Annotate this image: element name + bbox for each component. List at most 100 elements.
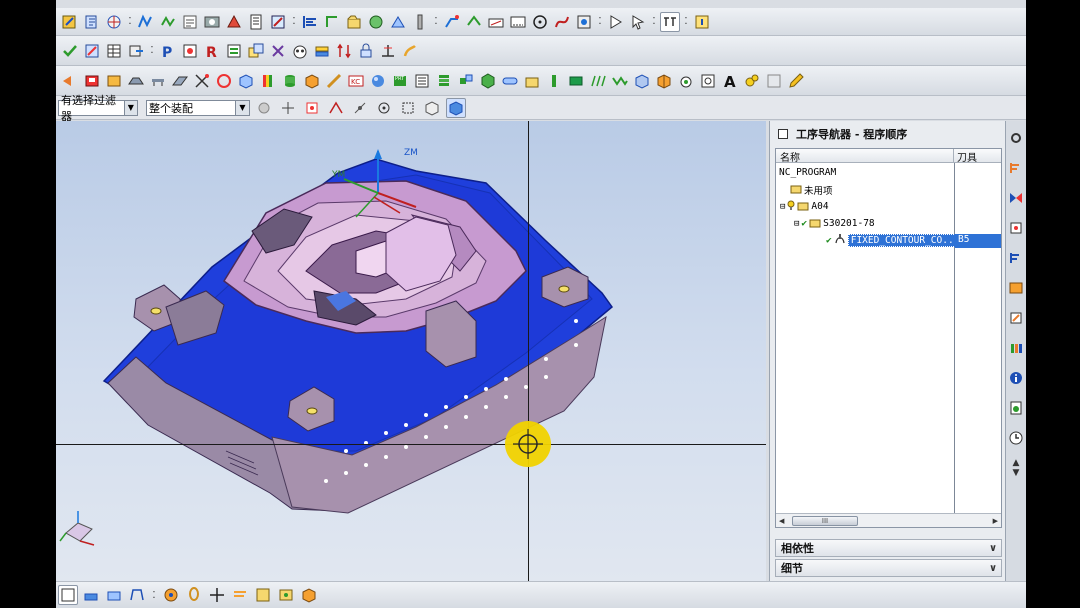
tool-path-edit-icon[interactable] bbox=[378, 41, 398, 61]
toolbar-grip-icon[interactable]: ⁚ bbox=[150, 585, 158, 605]
gear-drop-icon[interactable] bbox=[676, 71, 696, 91]
chevron-down-icon[interactable]: ∨ bbox=[985, 561, 1001, 575]
column-header-name[interactable]: 名称 bbox=[776, 149, 954, 164]
cut-method-icon[interactable] bbox=[82, 12, 102, 32]
scroll-right-icon[interactable]: ▶ bbox=[993, 517, 998, 525]
column-header-tool[interactable]: 刀具 bbox=[954, 149, 977, 164]
constraint-icon[interactable] bbox=[1007, 247, 1025, 269]
tree-item-fixed-contour[interactable]: ✔ FIXED_CONTOUR_CO... B5 bbox=[776, 232, 1001, 249]
edit-object-icon[interactable] bbox=[60, 12, 80, 32]
palette-icon[interactable] bbox=[1007, 307, 1025, 329]
details-panel[interactable]: 细节 ∨ bbox=[775, 559, 1002, 577]
reuse-icon[interactable] bbox=[1007, 277, 1025, 299]
replay-path-icon[interactable] bbox=[158, 12, 178, 32]
curve-icon[interactable] bbox=[552, 12, 572, 32]
collapse-icon[interactable]: ⊟ bbox=[780, 202, 785, 212]
cut-icon[interactable] bbox=[268, 41, 288, 61]
toolbar-grip-icon[interactable]: ⁚ bbox=[682, 12, 690, 32]
sphere-icon[interactable] bbox=[368, 71, 388, 91]
solid-icon[interactable] bbox=[632, 71, 652, 91]
gear-filter-icon[interactable] bbox=[254, 98, 274, 118]
history-icon[interactable] bbox=[1007, 427, 1025, 449]
diagonal-icon[interactable] bbox=[324, 71, 344, 91]
shop-doc-icon[interactable] bbox=[268, 12, 288, 32]
scope-dropdown[interactable]: 整个装配 ▼ bbox=[146, 99, 250, 116]
copy-icon[interactable] bbox=[246, 41, 266, 61]
web-icon[interactable] bbox=[1007, 397, 1025, 419]
scroll-thumb[interactable]: III bbox=[792, 515, 858, 526]
toolbar-grip-icon[interactable]: ⁚ bbox=[650, 12, 658, 32]
center-point-icon[interactable] bbox=[374, 98, 394, 118]
prt-icon[interactable]: PRT bbox=[390, 71, 410, 91]
rod-icon[interactable] bbox=[544, 71, 564, 91]
selection-filter-dropdown[interactable]: 有选择过滤器 ▼ bbox=[58, 94, 138, 123]
collapse-icon[interactable]: ⊟ bbox=[794, 219, 799, 229]
lasso-icon[interactable] bbox=[184, 585, 204, 605]
toolbar-grip-icon[interactable]: ⁚ bbox=[596, 12, 604, 32]
tree-item-s30201-78[interactable]: ⊟ ✔ S30201-78 bbox=[776, 215, 1001, 232]
graphics-viewport[interactable]: ZM YM bbox=[56, 121, 766, 581]
scroll-left-icon[interactable]: ◀ bbox=[779, 517, 784, 525]
pliers-icon[interactable] bbox=[400, 41, 420, 61]
folder-icon[interactable] bbox=[522, 71, 542, 91]
postprocess-icon[interactable] bbox=[246, 12, 266, 32]
geometry-group-icon[interactable] bbox=[388, 12, 408, 32]
lock-icon[interactable] bbox=[356, 41, 376, 61]
render-icon[interactable] bbox=[764, 71, 784, 91]
sort-icon[interactable] bbox=[334, 41, 354, 61]
panda-icon[interactable] bbox=[290, 41, 310, 61]
check-icon[interactable] bbox=[60, 41, 80, 61]
cube-outline-icon[interactable] bbox=[698, 71, 718, 91]
assembly-block-icon[interactable] bbox=[654, 71, 674, 91]
table-icon[interactable] bbox=[104, 41, 124, 61]
view-orient-icon[interactable] bbox=[422, 98, 442, 118]
select-mode-icon[interactable] bbox=[58, 585, 78, 605]
navigator-tree[interactable]: 名称 刀具 NC_PROGRAM 未用项 ⊟ A04 ⊟ ✔ S30201-78… bbox=[775, 148, 1002, 528]
layer-icon[interactable] bbox=[312, 41, 332, 61]
quadrant-icon[interactable] bbox=[350, 98, 370, 118]
box-select-icon[interactable] bbox=[398, 98, 418, 118]
create-operation-icon[interactable] bbox=[442, 12, 462, 32]
transform-icon[interactable] bbox=[104, 12, 124, 32]
cylinder-icon[interactable] bbox=[280, 71, 300, 91]
tree-item-unused[interactable]: 未用项 bbox=[776, 181, 1001, 198]
surface-icon[interactable] bbox=[126, 71, 146, 91]
resource-scroll-icon[interactable]: ▲ ▼ bbox=[1007, 457, 1025, 479]
dependencies-panel[interactable]: 相依性 ∨ bbox=[775, 539, 1002, 557]
gouge-check-icon[interactable] bbox=[224, 12, 244, 32]
list-view-icon[interactable] bbox=[412, 71, 432, 91]
snap-point-icon[interactable] bbox=[278, 98, 298, 118]
toolbar-grip-icon[interactable]: ⁚ bbox=[148, 41, 156, 61]
wizard-icon[interactable] bbox=[161, 585, 181, 605]
toolbar-grip-icon[interactable]: ⁚ bbox=[432, 12, 440, 32]
assembly-icon[interactable] bbox=[1007, 187, 1025, 209]
stack-icon[interactable] bbox=[434, 71, 454, 91]
crosshair-icon[interactable] bbox=[207, 585, 227, 605]
pencil-icon[interactable] bbox=[786, 71, 806, 91]
manufacturing-wizard-icon[interactable] bbox=[660, 11, 680, 32]
circle-icon[interactable] bbox=[214, 71, 234, 91]
program-group-icon[interactable] bbox=[344, 12, 364, 32]
hexagon-icon[interactable] bbox=[478, 71, 498, 91]
horizontal-scrollbar[interactable]: ◀ III ▶ bbox=[776, 513, 1001, 527]
block-icon[interactable] bbox=[302, 71, 322, 91]
geometry-view-icon[interactable]: R bbox=[202, 41, 222, 61]
toolbar-grip-icon[interactable]: ⁚ bbox=[290, 12, 298, 32]
create-geometry-icon[interactable] bbox=[508, 12, 528, 32]
create-tool-icon[interactable] bbox=[486, 12, 506, 32]
pocket-icon[interactable] bbox=[104, 71, 124, 91]
rectangle-icon[interactable] bbox=[566, 71, 586, 91]
machine-icon[interactable] bbox=[127, 585, 147, 605]
sketch-icon[interactable] bbox=[192, 71, 212, 91]
analysis-icon[interactable] bbox=[276, 585, 296, 605]
settings-icon[interactable] bbox=[1007, 127, 1025, 149]
box-icon[interactable] bbox=[82, 71, 102, 91]
tool-group-icon[interactable] bbox=[410, 12, 430, 32]
generate-path-icon[interactable] bbox=[136, 12, 156, 32]
toolbar-grip-icon[interactable]: ⁚ bbox=[126, 12, 134, 32]
point-on-curve-icon[interactable] bbox=[302, 98, 322, 118]
measure-icon[interactable] bbox=[253, 585, 273, 605]
part-icon[interactable] bbox=[1007, 217, 1025, 239]
cube-icon[interactable] bbox=[236, 71, 256, 91]
pin-icon[interactable] bbox=[778, 129, 788, 139]
